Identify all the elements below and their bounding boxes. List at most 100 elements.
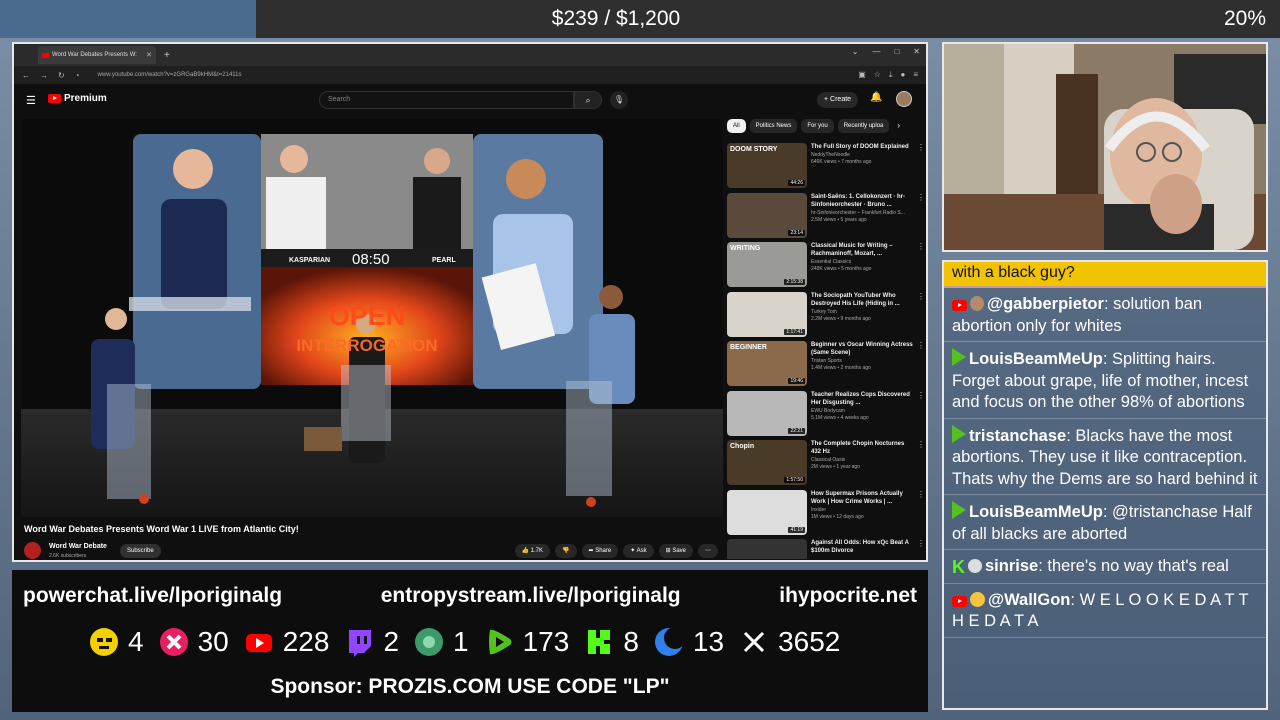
recommendation-channel[interactable]: Tristan Sports <box>811 358 915 365</box>
recommendation-title[interactable]: How Supermax Prisons Actually Work | How… <box>811 490 915 506</box>
video-thumbnail[interactable]: Chopin 1:57:50 <box>727 440 807 485</box>
channel-name[interactable]: Word War Debate <box>49 543 107 550</box>
video-duration: 2:15:38 <box>784 279 805 285</box>
video-thumbnail[interactable]: 23:14 <box>727 192 807 238</box>
filter-chip[interactable]: Politics News <box>749 119 798 133</box>
browser-tab[interactable]: Word War Debates Presents W: ✕ <box>38 46 156 64</box>
recommendation-title[interactable]: Saint-Saëns: 1. Cellokonzert · hr-Sinfon… <box>811 193 915 209</box>
bookmark-star-icon[interactable]: ☆ <box>874 70 881 80</box>
save-button[interactable]: ⊞ Save <box>658 544 693 558</box>
more-options-icon[interactable]: ⋮ <box>917 193 925 202</box>
chat-username[interactable]: sinrise <box>985 557 1038 575</box>
recommendation-title[interactable]: The Full Story of DOOM Explained <box>811 143 915 151</box>
more-options-icon[interactable]: ⋮ <box>917 341 925 350</box>
video-thumbnail[interactable] <box>727 539 807 559</box>
more-options-icon[interactable]: ⋮ <box>917 143 925 152</box>
more-options-icon[interactable]: ⋮ <box>917 539 925 548</box>
url-field[interactable]: www.youtube.com/watch?v=zGRGaB9kHM&t=214… <box>98 72 849 78</box>
recommendation-title[interactable]: Beginner vs Oscar Winning Actress (Same … <box>811 341 915 357</box>
chat-username[interactable]: @WallGon <box>988 591 1070 609</box>
recommendation-item[interactable]: WRITING 2:15:38 Classical Music for Writin… <box>727 242 925 292</box>
filter-chip[interactable]: For you <box>801 119 834 133</box>
reload-icon[interactable]: ↻ <box>58 71 65 80</box>
minimize-icon[interactable]: — <box>872 47 880 56</box>
video-thumbnail[interactable]: 1:17:41 <box>727 291 807 337</box>
share-button[interactable]: ➦ Share <box>581 544 619 558</box>
shield-icon[interactable]: ◔ <box>75 71 80 80</box>
recommendation-channel[interactable]: Insider <box>811 507 915 514</box>
notifications-bell-icon[interactable]: 🔔 <box>870 92 882 103</box>
more-options-icon[interactable]: ⋮ <box>917 242 925 251</box>
reader-icon[interactable]: ▣ <box>858 70 866 80</box>
recommendation-item[interactable]: BEGINNER 19:46 Beginner vs Oscar Winning A… <box>727 341 925 391</box>
recommendation-channel[interactable]: NeddyTheNoodle <box>811 152 915 159</box>
back-icon[interactable]: ← <box>22 71 30 80</box>
hamburger-menu-icon[interactable]: ☰ <box>26 94 36 107</box>
more-actions-button[interactable]: ⋯ <box>698 544 718 558</box>
chat-username[interactable]: LouisBeamMeUp <box>969 503 1103 521</box>
menu-icon[interactable]: ≡ <box>913 70 918 80</box>
recommendation-info: The Full Story of DOOM Explained NeddyThe… <box>811 143 915 193</box>
ask-button[interactable]: ✦ Ask <box>623 544 654 558</box>
recommendation-item[interactable]: 22:21 Teacher Realizes Cops Discovered He… <box>727 390 925 441</box>
recommendation-title[interactable]: Classical Music for Writing – Rachmanino… <box>811 242 915 258</box>
recommendation-title[interactable]: The Complete Chopin Nocturnes 432 Hz <box>811 440 915 456</box>
download-icon[interactable]: ⤓ <box>889 70 893 80</box>
subscribe-button[interactable]: Subscribe <box>120 544 161 558</box>
video-thumbnail[interactable]: BEGINNER 19:46 <box>727 341 807 386</box>
recommendation-item[interactable]: Against All Odds: How xQc Beat A $100m D… <box>727 539 925 559</box>
filter-chip[interactable]: Recently uploa <box>837 119 890 133</box>
voice-search-button[interactable]: 🎙 <box>610 91 628 109</box>
recommendation-channel[interactable]: Essential Classics <box>811 259 915 266</box>
webcam-image <box>944 44 1266 250</box>
close-window-icon[interactable]: ✕ <box>913 47 920 56</box>
video-duration: 1:57:50 <box>784 477 805 483</box>
kick-icon <box>583 626 615 658</box>
forward-icon[interactable]: → <box>40 71 48 80</box>
dislike-button[interactable]: 👎 <box>555 544 577 558</box>
recommendation-title[interactable]: The Sociopath YouTuber Who Destroyed His… <box>811 292 915 308</box>
chat-text: there's no way that's real <box>1047 557 1229 575</box>
youtube-logo[interactable]: Premium <box>48 93 107 104</box>
recommendation-channel[interactable]: Classical Oasis <box>811 457 915 464</box>
recommendation-item[interactable]: 41:19 How Supermax Prisons Actually Work … <box>727 489 925 540</box>
more-options-icon[interactable]: ⋮ <box>917 490 925 499</box>
chevron-right-icon[interactable]: › <box>897 119 900 135</box>
recommendation-title[interactable]: Teacher Realizes Cops Discovered Her Dis… <box>811 391 915 407</box>
recommendation-item[interactable]: DOOM STORY 44:26 The Full Story of DOOM Ex… <box>727 143 925 193</box>
tab-list-icon[interactable]: ⌄ <box>852 47 859 56</box>
create-label: Create <box>830 96 852 103</box>
more-options-icon[interactable]: ⋮ <box>917 292 925 301</box>
more-options-icon[interactable]: ⋮ <box>917 440 925 449</box>
extension-icons: ▣ ☆ ⤓ ● ≡ <box>858 70 918 80</box>
chat-username[interactable]: LouisBeamMeUp <box>969 350 1103 368</box>
video-thumbnail[interactable]: 22:21 <box>727 390 807 436</box>
filter-chip[interactable]: All <box>727 119 746 133</box>
viewer-stat: 3652 <box>738 626 840 658</box>
new-tab-icon[interactable]: + <box>164 50 170 61</box>
chat-username[interactable]: @gabberpietor <box>987 295 1104 313</box>
video-thumbnail[interactable]: DOOM STORY 44:26 <box>727 143 807 188</box>
profile-icon[interactable]: ● <box>900 70 905 80</box>
maximize-icon[interactable]: □ <box>894 47 899 56</box>
close-tab-icon[interactable]: ✕ <box>146 51 152 59</box>
video-thumbnail[interactable]: 41:19 <box>727 489 807 535</box>
search-input[interactable]: Search <box>319 91 574 109</box>
video-player[interactable]: KASPARIAN 08:50 PEARL OPEN INTERROGATION <box>21 119 723 517</box>
more-options-icon[interactable]: ⋮ <box>917 391 925 400</box>
recommendation-item[interactable]: 1:17:41 The Sociopath YouTuber Who Destro… <box>727 291 925 342</box>
chat-message: LouisBeamMeUp: @tristanchase Half of all… <box>944 495 1266 550</box>
recommendation-item[interactable]: 23:14 Saint-Saëns: 1. Cellokonzert · hr-S… <box>727 192 925 243</box>
search-button[interactable]: ⌕ <box>574 91 602 109</box>
recommendation-channel[interactable]: EWU Bodycam <box>811 408 915 415</box>
like-button[interactable]: 👍 1.7K <box>514 544 551 558</box>
channel-avatar[interactable] <box>24 542 41 559</box>
avatar[interactable] <box>896 91 912 107</box>
chat-username[interactable]: tristanchase <box>969 427 1066 445</box>
recommendation-item[interactable]: Chopin 1:57:50 The Complete Chopin Nocturn… <box>727 440 925 490</box>
recommendation-channel[interactable]: Turkey Tom <box>811 309 915 316</box>
recommendation-title[interactable]: Against All Odds: How xQc Beat A $100m D… <box>811 539 915 555</box>
video-thumbnail[interactable]: WRITING 2:15:38 <box>727 242 807 287</box>
create-button[interactable]: + Create <box>817 92 859 108</box>
recommendation-channel[interactable]: hr-Sinfonieorchester – Frankfurt Radio S… <box>811 210 915 217</box>
